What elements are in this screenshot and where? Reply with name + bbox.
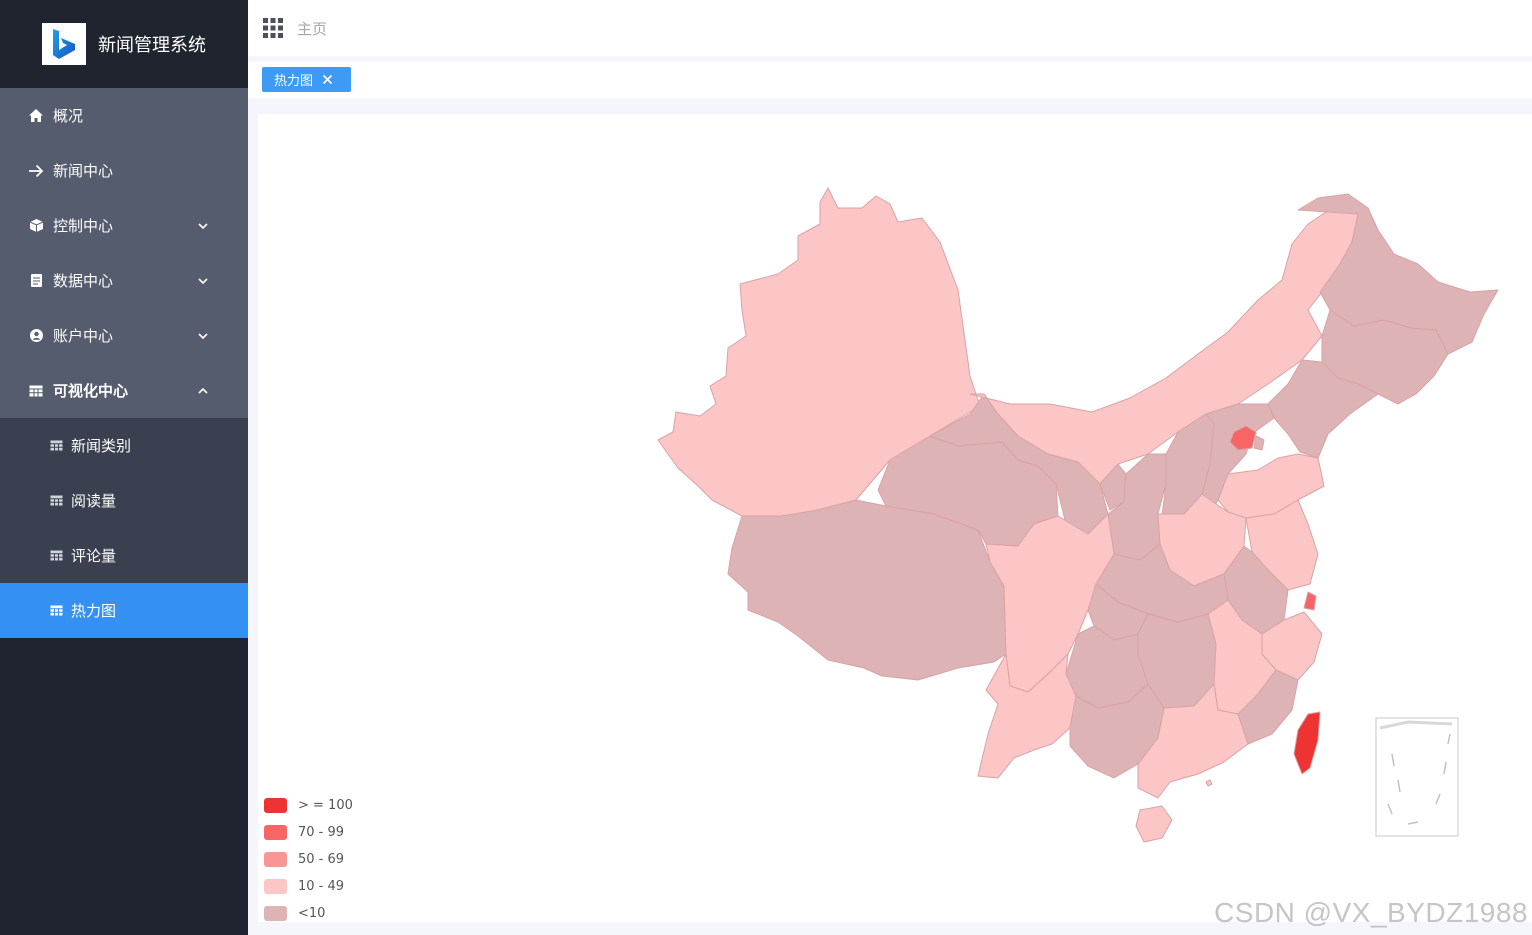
chevron-down-icon [198, 332, 208, 339]
sidebar-subitem-news-category[interactable]: 新闻类别 [0, 418, 248, 473]
chevron-up-icon [198, 387, 208, 394]
sidebar-item-overview[interactable]: 概况 [0, 88, 248, 143]
tab-heatmap[interactable]: 热力图 [262, 67, 351, 92]
map-legend: > = 100 70 - 99 50 - 69 10 - 49 <10 [264, 792, 353, 927]
legend-item[interactable]: > = 100 [264, 792, 353, 819]
legend-label: 50 - 69 [298, 852, 345, 867]
document-icon [27, 272, 45, 290]
watermark: CSDN @VX_BYDZ1988 [1214, 897, 1528, 928]
sidebar-item-label: 数据中心 [53, 272, 114, 290]
legend-swatch [264, 852, 287, 867]
table-icon [50, 440, 63, 451]
main-content: > = 100 70 - 99 50 - 69 10 - 49 <10 [258, 114, 1532, 922]
legend-label: > = 100 [298, 798, 353, 813]
app-title: 新闻管理系统 [98, 35, 206, 56]
sidebar-subitem-label: 阅读量 [71, 492, 117, 510]
map-region-tianjin [1253, 435, 1265, 451]
chevron-down-icon [198, 222, 208, 229]
sidebar-submenu: 新闻类别 阅读量 评论量 热力图 [0, 418, 248, 638]
sidebar-item-data-center[interactable]: 数据中心 [0, 253, 248, 308]
breadcrumb-home[interactable]: 主页 [297, 18, 327, 39]
logo-area: 新闻管理系统 [0, 0, 248, 88]
legend-swatch [264, 798, 287, 813]
map-region-tibet [727, 499, 1007, 681]
legend-label: 10 - 49 [298, 879, 345, 894]
sidebar-item-label: 新闻中心 [53, 162, 114, 180]
sidebar-item-control-center[interactable]: 控制中心 [0, 198, 248, 253]
legend-item[interactable]: 50 - 69 [264, 846, 353, 873]
home-icon [27, 107, 45, 125]
map-region-hainan [1135, 805, 1173, 843]
arrow-right-icon [27, 162, 45, 180]
sidebar-subitem-label: 新闻类别 [71, 437, 132, 455]
sidebar-menu: 概况 新闻中心 控制中心 数据中心 账户中心 可视化中心 [0, 88, 248, 418]
sidebar-item-label: 控制中心 [53, 217, 114, 235]
tab-label: 热力图 [274, 74, 314, 89]
map-region-taiwan [1293, 711, 1321, 775]
legend-item[interactable]: <10 [264, 900, 353, 927]
map-region-shanghai [1303, 591, 1317, 611]
sidebar-item-news-center[interactable]: 新闻中心 [0, 143, 248, 198]
sidebar-item-account-center[interactable]: 账户中心 [0, 308, 248, 363]
sidebar-subitem-comment-count[interactable]: 评论量 [0, 528, 248, 583]
sidebar-item-visualization-center[interactable]: 可视化中心 [0, 363, 248, 418]
sidebar-subitem-read-count[interactable]: 阅读量 [0, 473, 248, 528]
top-header: 主页 [248, 0, 1532, 56]
tab-bar: 热力图 [248, 62, 1532, 98]
sidebar: 新闻管理系统 概况 新闻中心 控制中心 数据中心 账户中心 可视化中心 新闻类别… [0, 0, 248, 935]
sidebar-subitem-label: 评论量 [71, 547, 117, 565]
map-region-hong-kong [1205, 779, 1213, 787]
bing-logo-icon[interactable] [42, 23, 86, 65]
legend-swatch [264, 879, 287, 894]
sidebar-subitem-heatmap[interactable]: 热力图 [0, 583, 248, 638]
cube-icon [27, 217, 45, 235]
table-icon [50, 550, 63, 561]
legend-label: <10 [298, 906, 326, 921]
legend-swatch [264, 825, 287, 840]
table-icon [50, 605, 63, 616]
grid-apps-icon[interactable] [262, 17, 284, 39]
user-circle-icon [27, 327, 45, 345]
chevron-down-icon [198, 277, 208, 284]
legend-swatch [264, 906, 287, 921]
sidebar-item-label: 可视化中心 [53, 382, 129, 400]
sidebar-subitem-label: 热力图 [71, 602, 117, 620]
sidebar-item-label: 概况 [53, 107, 84, 125]
legend-item[interactable]: 10 - 49 [264, 873, 353, 900]
close-icon[interactable] [321, 73, 334, 86]
table-icon [27, 382, 45, 400]
south-china-sea-inset [1375, 717, 1459, 837]
legend-label: 70 - 99 [298, 825, 345, 840]
legend-item[interactable]: 70 - 99 [264, 819, 353, 846]
sidebar-item-label: 账户中心 [53, 327, 114, 345]
table-icon [50, 495, 63, 506]
china-heatmap [657, 187, 1499, 843]
